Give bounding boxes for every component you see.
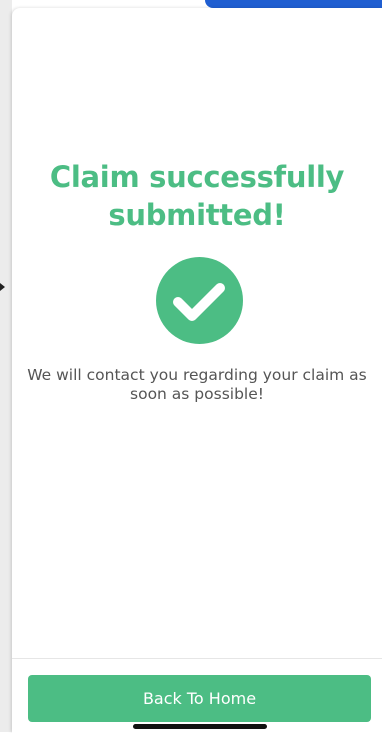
background-header-edge bbox=[205, 0, 382, 8]
background-screen-edge bbox=[0, 0, 12, 732]
confirmation-message: We will contact you regarding your claim… bbox=[27, 366, 367, 403]
chevron-right-icon bbox=[0, 283, 5, 291]
back-to-home-button[interactable]: Back To Home bbox=[28, 675, 371, 722]
checkmark-icon bbox=[173, 283, 225, 321]
checkmark-circle-icon bbox=[156, 257, 243, 344]
confirmation-title: Claim successfully submitted! bbox=[49, 160, 345, 232]
home-indicator[interactable] bbox=[133, 724, 267, 729]
